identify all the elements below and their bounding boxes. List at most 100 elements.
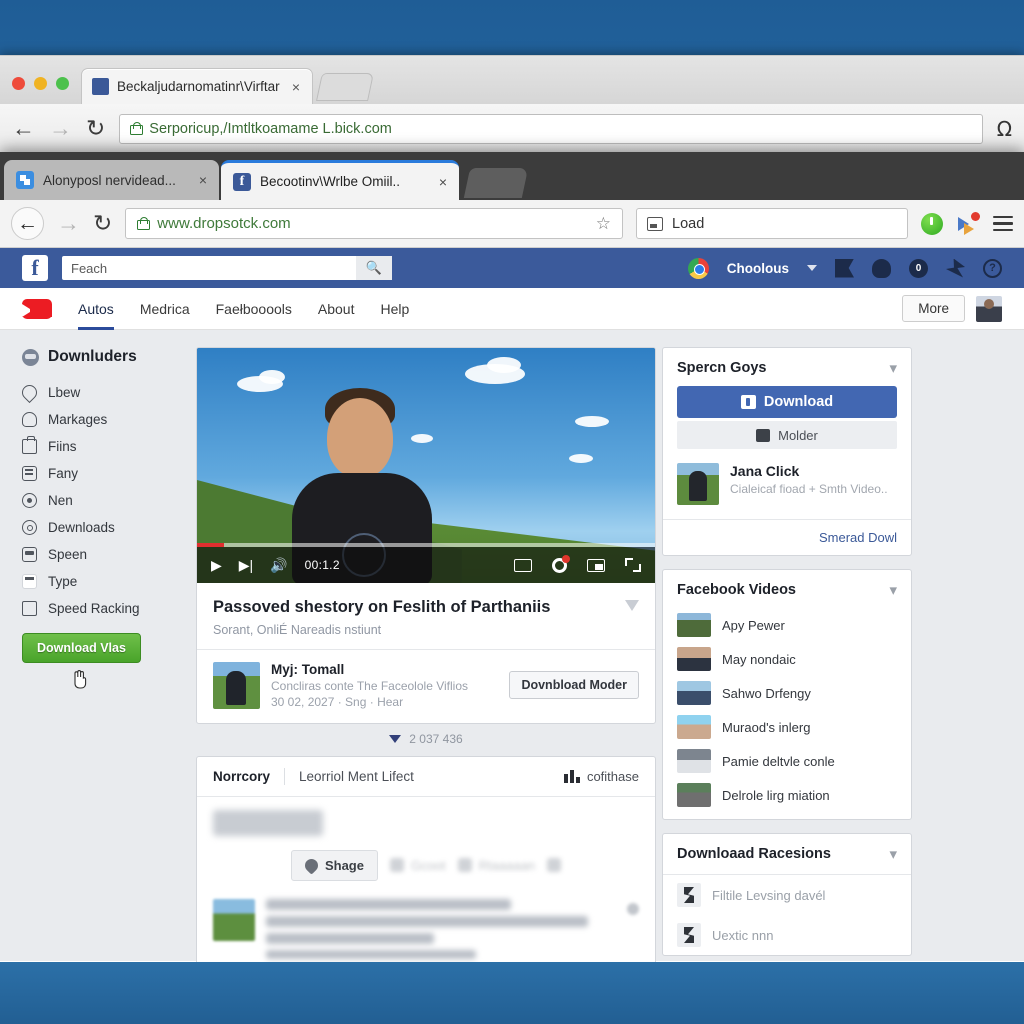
list-item[interactable]: Filtile Levsing davél	[663, 875, 911, 915]
sidebar-item-speen[interactable]: Speen	[22, 541, 196, 568]
download-button[interactable]: Download	[677, 386, 897, 418]
sidebar-item-speed-racking[interactable]: Speed Racking	[22, 595, 196, 622]
list-item[interactable]: May nondaic	[663, 642, 911, 676]
list-item-label: May nondaic	[722, 651, 796, 667]
nav-item-faelboools[interactable]: Faełbooools	[216, 288, 292, 330]
reload-icon[interactable]: ↻	[93, 212, 112, 235]
close-icon[interactable]: ×	[439, 174, 447, 190]
comments-right-group[interactable]: cofithase	[563, 769, 639, 784]
sidebar-item-fany[interactable]: Fany	[22, 460, 196, 487]
ghost-button-3[interactable]	[547, 858, 562, 873]
address-bar[interactable]: www.dropsotck.com ☆	[125, 208, 623, 239]
more-button[interactable]: More	[902, 295, 965, 322]
reload-icon[interactable]: ↻	[86, 117, 105, 140]
comments-tab-primary[interactable]: Norrcory	[213, 769, 270, 784]
list-item[interactable]: Muraod's inlerg	[663, 710, 911, 744]
rail-entry[interactable]: Jana Click Cialeicaf fioad + Smth Video.…	[663, 449, 911, 519]
video-subject-head	[327, 398, 393, 478]
footer-link[interactable]: Smerad Dowl	[819, 530, 897, 545]
power-extension-icon[interactable]	[921, 212, 943, 235]
list-item[interactable]: Apy Pewer	[663, 608, 911, 642]
sidebar-item-nen[interactable]: Nen	[22, 487, 196, 514]
molder-button[interactable]: Molder	[677, 421, 897, 449]
share-button[interactable]: Shage	[290, 849, 378, 881]
background-tab[interactable]: facebook-icon Beckaljudarnomatinr\Virfta…	[81, 68, 313, 104]
search-input[interactable]: Feach	[62, 261, 356, 276]
nav-item-medrica[interactable]: Medrica	[140, 288, 190, 330]
list-item-label: Uextic nnn	[712, 927, 774, 943]
sidebar-item-lbew[interactable]: Lbew	[18, 379, 196, 406]
nav-item-help[interactable]: Help	[380, 288, 409, 330]
miniplayer-icon[interactable]	[587, 558, 605, 572]
facebook-search-box[interactable]: Feach 🔍	[62, 256, 392, 280]
nav-item-autos[interactable]: Autos	[78, 288, 114, 330]
forward-icon[interactable]: →	[57, 212, 80, 235]
collapse-icon[interactable]: ▾	[889, 361, 897, 376]
sidebar-item-label: Fany	[48, 466, 79, 481]
video-time: 00:1.2	[304, 558, 340, 572]
account-name[interactable]: Choolous	[727, 261, 789, 276]
new-tab-button[interactable]	[463, 168, 529, 198]
flag-icon[interactable]	[835, 258, 854, 278]
avatar[interactable]	[976, 295, 1002, 322]
video-card: ▶ ▶| 🔊 00:1.2 Passoved shestory on Fesli…	[196, 347, 656, 724]
video-thumbnail	[677, 715, 711, 739]
list-item[interactable]: Sahwo Drfengy	[663, 676, 911, 710]
load-field[interactable]: Load	[636, 208, 908, 239]
play-icon[interactable]: ▶	[211, 558, 222, 572]
download-vlas-button[interactable]: Download Vlas	[22, 633, 141, 663]
next-icon[interactable]: ▶|	[239, 558, 253, 572]
friends-icon[interactable]	[872, 258, 891, 278]
sidebar-item-markages[interactable]: Markages	[22, 406, 196, 433]
close-window-button[interactable]	[12, 77, 25, 90]
sidebar-item-dewnloads[interactable]: Dewnloads	[22, 514, 196, 541]
sidebar-item-fiins[interactable]: Fiins	[22, 433, 196, 460]
notifications-icon[interactable]	[946, 258, 965, 278]
list-item[interactable]: Pamie deltvle conle	[663, 744, 911, 778]
ghost-button-2[interactable]: Rtaaaaan	[457, 858, 535, 873]
download-arrow-icon[interactable]	[625, 600, 639, 614]
sidebar-item-type[interactable]: Type	[22, 568, 196, 595]
video-player[interactable]: ▶ ▶| 🔊 00:1.2	[197, 348, 655, 583]
messages-icon[interactable]: 0	[909, 258, 928, 278]
comment-options-icon[interactable]	[627, 902, 639, 915]
list-item[interactable]: Uextic nnn	[663, 915, 911, 955]
hamburger-menu-icon[interactable]	[993, 215, 1013, 232]
back-icon[interactable]: ←	[11, 207, 44, 240]
window-traffic-lights[interactable]	[6, 77, 81, 104]
chevron-down-icon[interactable]	[807, 265, 817, 271]
ghost-button-1[interactable]: Gcoot	[389, 858, 446, 873]
close-icon[interactable]: ×	[290, 79, 302, 95]
chrome-avatar-icon[interactable]	[687, 257, 709, 279]
close-icon[interactable]: ×	[199, 172, 207, 188]
collapse-icon[interactable]: ▾	[889, 583, 897, 598]
forward-icon[interactable]: →	[49, 117, 72, 140]
back-icon[interactable]: ←	[12, 117, 35, 140]
download-mode-button[interactable]: Dovnbload Moder	[509, 671, 639, 700]
comments-tab-secondary[interactable]: Leorriol Ment Lifect	[299, 769, 414, 784]
card-icon	[22, 574, 37, 589]
collapse-icon[interactable]: ▾	[889, 847, 897, 862]
browser-tab-1[interactable]: Alonyposl nervidead... ×	[4, 160, 219, 200]
panel-title: Facebook Videos	[677, 582, 796, 598]
omega-icon[interactable]: Ω	[997, 117, 1012, 141]
fullscreen-icon[interactable]	[625, 558, 641, 572]
bookmark-star-icon[interactable]: ☆	[596, 214, 611, 234]
youtube-icon[interactable]	[22, 298, 52, 319]
cc-icon[interactable]	[514, 558, 532, 572]
search-icon[interactable]: 🔍	[356, 256, 392, 280]
volume-icon[interactable]: 🔊	[270, 558, 287, 572]
gear-icon[interactable]	[552, 554, 570, 573]
help-icon[interactable]: ?	[983, 258, 1002, 278]
pin-extension-icon[interactable]	[956, 211, 980, 235]
maximize-window-button[interactable]	[56, 77, 69, 90]
chevron-down-icon[interactable]	[389, 734, 402, 743]
minimize-window-button[interactable]	[34, 77, 47, 90]
background-address-bar[interactable]: Serporicup,/Imtltkoamame L.bick.com	[119, 113, 983, 144]
facebook-icon: f	[233, 172, 251, 191]
nav-item-about[interactable]: About	[318, 288, 355, 330]
browser-tab-2[interactable]: f Becootinv\Wrlbe Omiil.. ×	[221, 160, 459, 200]
new-tab-button[interactable]	[316, 73, 374, 101]
list-item[interactable]: Delrole lirg miation	[663, 778, 911, 819]
facebook-logo-icon[interactable]: f	[22, 255, 48, 281]
